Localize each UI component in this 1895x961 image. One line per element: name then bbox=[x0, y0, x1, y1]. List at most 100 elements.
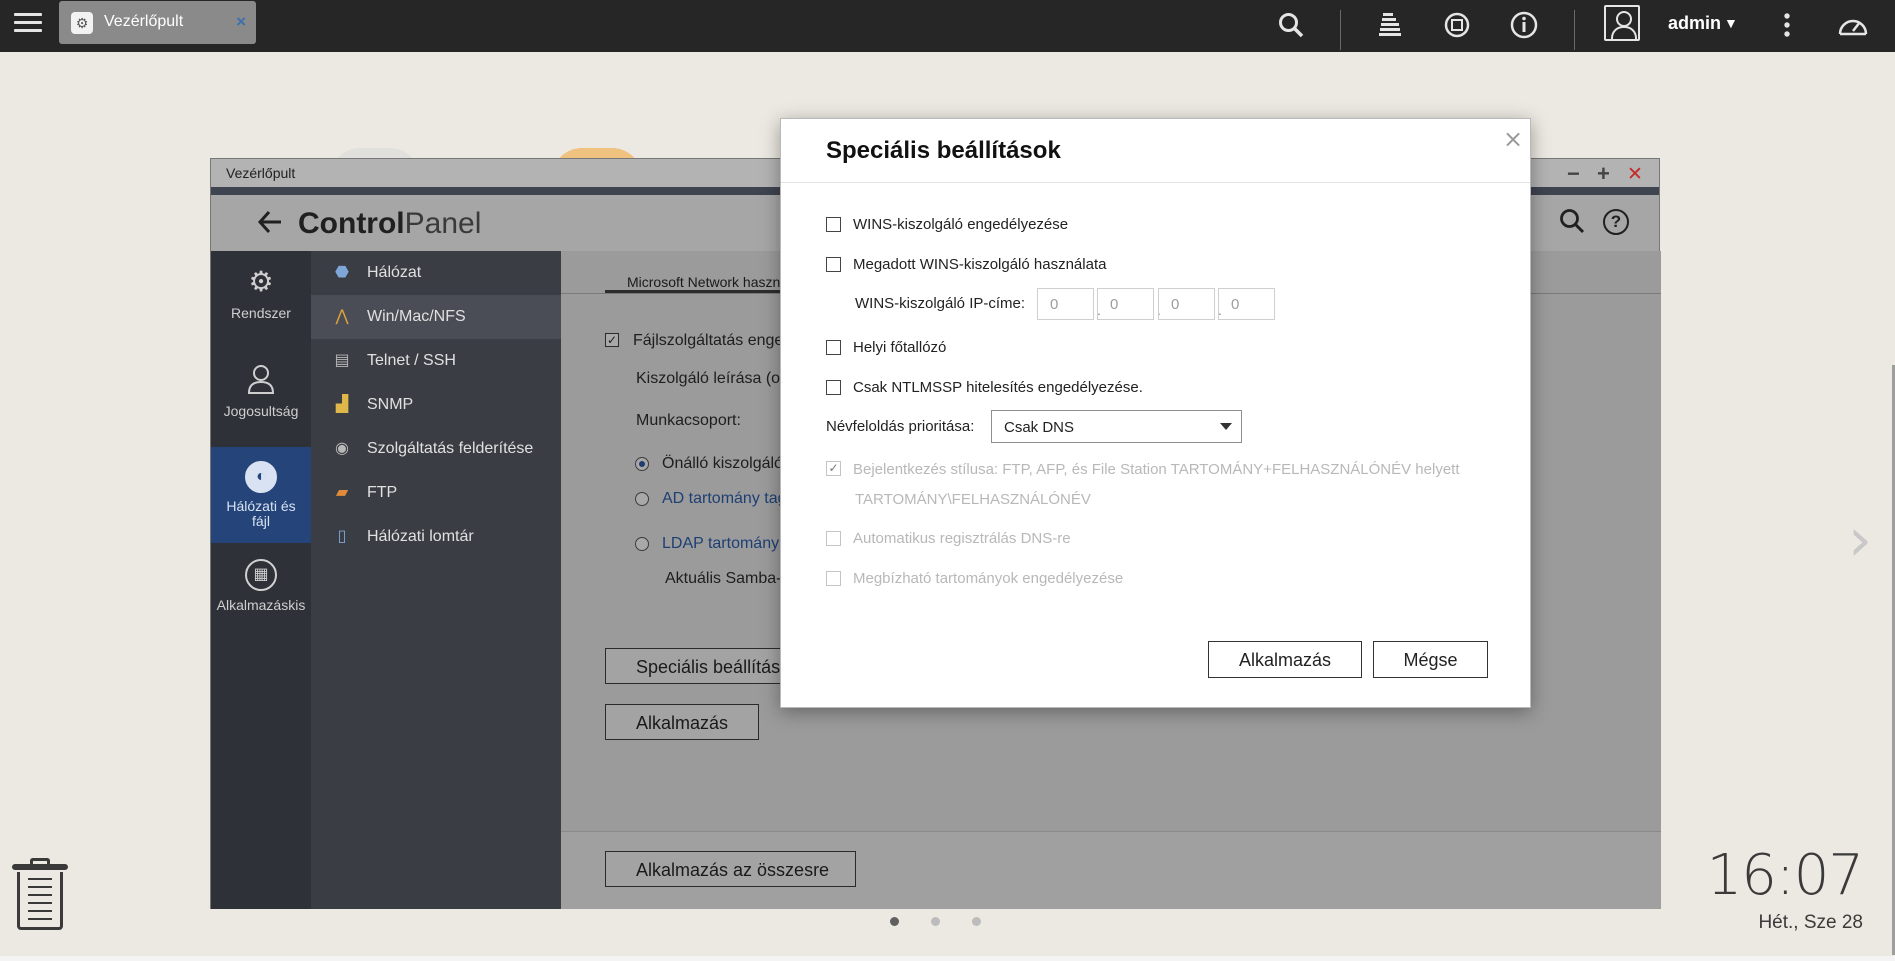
trusted-domains-label: Megbízható tartományok engedélyezése bbox=[853, 570, 1124, 587]
search-icon[interactable] bbox=[1559, 208, 1585, 241]
stack-icon[interactable] bbox=[1373, 8, 1407, 42]
wins-use-label: Megadott WINS-kiszolgáló használata bbox=[853, 256, 1107, 273]
login-style-checkbox[interactable]: ✓ bbox=[826, 461, 841, 476]
tab-microsoft-network[interactable]: Microsoft Network haszn bbox=[605, 261, 805, 293]
gear-icon: ⚙ bbox=[71, 12, 93, 34]
info-icon[interactable] bbox=[1507, 8, 1541, 42]
standalone-label: Önálló kiszolgáló bbox=[662, 455, 783, 472]
wins-use-checkbox[interactable] bbox=[826, 257, 841, 272]
ntlmssp-checkbox[interactable] bbox=[826, 380, 841, 395]
win-mac-nfs-icon: ⋀ bbox=[335, 308, 349, 325]
clock-date: Hét., Sze 28 bbox=[1758, 912, 1863, 933]
ftp-icon: ▰ bbox=[335, 484, 349, 501]
dialog-apply-button[interactable]: Alkalmazás bbox=[1208, 641, 1362, 678]
submenu-item-halozat[interactable]: ⬣ Hálózat bbox=[311, 251, 561, 295]
apps-icon: ▦ bbox=[245, 559, 277, 591]
advanced-settings-dialog: Speciális beállítások × WINS-kiszolgáló … bbox=[780, 118, 1531, 708]
rail-item-alkalmazaskis[interactable]: ▦ Alkalmazáskis bbox=[211, 545, 311, 641]
terminal-icon: ▤ bbox=[334, 352, 350, 369]
ldap-domain-radio[interactable] bbox=[635, 537, 649, 551]
search-icon[interactable] bbox=[1274, 8, 1308, 42]
more-vertical-icon[interactable] bbox=[1770, 8, 1804, 42]
tab-close-button[interactable]: × bbox=[236, 12, 246, 32]
wins-ip-octet-1[interactable]: 0 bbox=[1037, 288, 1094, 320]
window-title: Vezérlőpult bbox=[226, 165, 296, 181]
wins-enable-label: WINS-kiszolgáló engedélyezése bbox=[853, 216, 1069, 233]
standalone-radio[interactable] bbox=[635, 457, 649, 471]
name-resolution-select[interactable]: Csak DNS bbox=[991, 410, 1242, 443]
help-icon[interactable]: ? bbox=[1603, 209, 1629, 235]
user-icon bbox=[211, 363, 311, 397]
submenu-item-szolgaltatas-felderitese[interactable]: ◉ Szolgáltatás felderítése bbox=[311, 427, 561, 471]
apply-button[interactable]: Alkalmazás bbox=[605, 704, 759, 740]
apply-all-button[interactable]: Alkalmazás az összesre bbox=[605, 851, 856, 887]
divider bbox=[781, 182, 1530, 183]
tab-label: Vezérlőpult bbox=[104, 13, 184, 30]
next-page-arrow-icon[interactable]: › bbox=[1848, 505, 1872, 575]
back-arrow-icon[interactable] bbox=[257, 205, 283, 242]
dialog-cancel-button[interactable]: Mégse bbox=[1373, 641, 1488, 678]
toolbar-separator bbox=[1574, 10, 1575, 50]
toolbar-separator bbox=[1340, 10, 1341, 50]
current-samba-label: Aktuális Samba-a bbox=[665, 570, 791, 587]
file-service-checkbox[interactable]: ✓ bbox=[605, 333, 619, 347]
rail-item-jogosultsag[interactable]: Jogosultság bbox=[211, 349, 311, 445]
maximize-button[interactable]: + bbox=[1597, 161, 1610, 187]
wins-ip-octet-2[interactable]: 0 bbox=[1097, 288, 1154, 320]
pager-dot[interactable] bbox=[972, 917, 981, 926]
globe-icon: ◐ bbox=[245, 461, 277, 493]
submenu: ⬣ Hálózat ⋀ Win/Mac/NFS ▤ Telnet / SSH ▟… bbox=[311, 251, 561, 909]
login-style-label-line2: TARTOMÁNY\FELHASZNÁLÓNÉV bbox=[855, 491, 1091, 508]
discovery-icon: ◉ bbox=[335, 440, 349, 457]
submenu-item-ftp[interactable]: ▰ FTP bbox=[311, 471, 561, 515]
ldap-domain-label[interactable]: LDAP tartomány h bbox=[662, 535, 792, 553]
pager-dot[interactable] bbox=[931, 917, 940, 926]
workgroup-label: Munkacsoport: bbox=[636, 412, 741, 429]
rail-item-rendszer[interactable]: ⚙ Rendszer bbox=[211, 251, 311, 347]
wins-ip-octet-4[interactable]: 0 bbox=[1218, 288, 1275, 320]
menu-icon[interactable] bbox=[14, 9, 42, 37]
gauge-icon[interactable] bbox=[1836, 8, 1870, 42]
chevron-down-icon[interactable]: ▼ bbox=[1724, 15, 1738, 31]
sync-icon[interactable] bbox=[1440, 8, 1474, 42]
category-rail: ⚙ Rendszer Jogosultság ◐ Hálózati és fáj… bbox=[211, 251, 311, 909]
page-title: ControlPanel bbox=[298, 207, 482, 240]
name-resolution-label: Névfeloldás prioritása: bbox=[826, 418, 975, 435]
close-icon[interactable]: × bbox=[1503, 125, 1523, 153]
gear-icon: ⚙ bbox=[248, 266, 274, 297]
trusted-domains-checkbox[interactable] bbox=[826, 571, 841, 586]
submenu-item-snmp[interactable]: ▟ SNMP bbox=[311, 383, 561, 427]
close-button[interactable]: ✕ bbox=[1627, 163, 1643, 186]
pager-dot-active[interactable] bbox=[890, 917, 899, 926]
clock-time: 16:07 bbox=[1706, 843, 1864, 908]
dialog-title: Speciális beállítások bbox=[826, 137, 1061, 164]
server-description-label: Kiszolgáló leírása (op bbox=[636, 370, 789, 387]
user-menu[interactable]: admin bbox=[1668, 13, 1721, 34]
wins-ip-octet-3[interactable]: 0 bbox=[1158, 288, 1215, 320]
user-icon[interactable] bbox=[1604, 5, 1640, 41]
auto-dns-label: Automatikus regisztrálás DNS-re bbox=[853, 530, 1071, 547]
wins-ip-label: WINS-kiszolgáló IP-címe: bbox=[855, 295, 1026, 312]
top-bar: ⚙ Vezérlőpult × admin ▼ bbox=[0, 0, 1895, 52]
file-service-label: Fájlszolgáltatás enged bbox=[633, 332, 793, 349]
recycle-bin-icon: ▯ bbox=[337, 528, 347, 545]
ad-domain-label[interactable]: AD tartomány tag bbox=[662, 490, 787, 508]
wins-enable-checkbox[interactable] bbox=[826, 217, 841, 232]
content-footer: Alkalmazás az összesre bbox=[561, 831, 1661, 909]
taskbar-tab-control-panel[interactable]: ⚙ Vezérlőpult × bbox=[59, 1, 256, 44]
network-icon: ⬣ bbox=[335, 264, 349, 281]
ntlmssp-label: Csak NTLMSSP hitelesítés engedélyezése. bbox=[853, 379, 1143, 396]
submenu-item-telnet-ssh[interactable]: ▤ Telnet / SSH bbox=[311, 339, 561, 383]
minimize-button[interactable]: − bbox=[1567, 161, 1580, 187]
recycle-bin-icon[interactable] bbox=[12, 858, 68, 932]
login-style-label-line1: Bejelentkezés stílusa: FTP, AFP, és File… bbox=[853, 461, 1460, 478]
ad-domain-radio[interactable] bbox=[635, 492, 649, 506]
bottom-strip bbox=[0, 956, 1895, 961]
local-master-checkbox[interactable] bbox=[826, 340, 841, 355]
rail-item-halozati-es-fajl[interactable]: ◐ Hálózati és fájl bbox=[211, 447, 311, 543]
auto-dns-checkbox[interactable] bbox=[826, 531, 841, 546]
chart-icon: ▟ bbox=[335, 396, 349, 413]
chevron-down-icon bbox=[1220, 423, 1232, 430]
submenu-item-win-mac-nfs[interactable]: ⋀ Win/Mac/NFS bbox=[311, 295, 561, 339]
submenu-item-halozati-lomtar[interactable]: ▯ Hálózati lomtár bbox=[311, 515, 561, 559]
